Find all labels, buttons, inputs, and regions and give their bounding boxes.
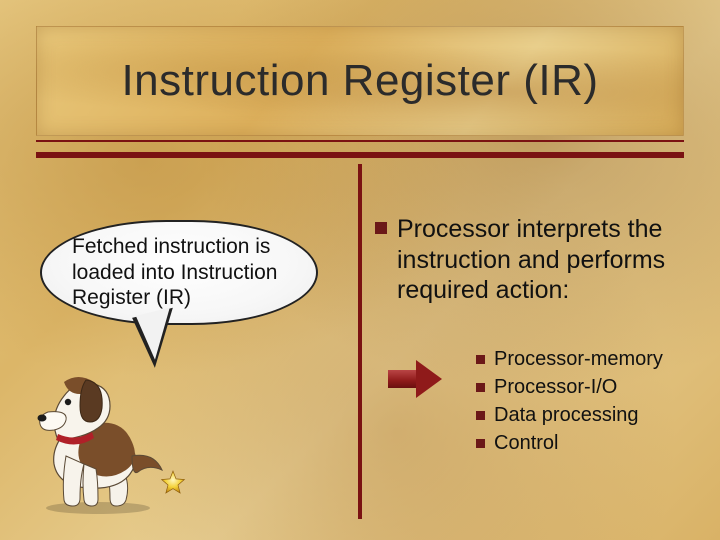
list-item: Processor-memory <box>476 348 708 371</box>
title-underline-thick <box>36 152 684 158</box>
list-item: Processor-I/O <box>476 376 708 399</box>
dog-image <box>28 360 173 515</box>
list-item-text: Control <box>494 432 558 455</box>
main-bullet: Processor interprets the instruction and… <box>375 214 705 306</box>
vertical-divider <box>358 164 362 519</box>
list-item: Data processing <box>476 404 708 427</box>
bullet-square-icon <box>476 383 485 392</box>
arrow-right-icon <box>388 360 446 398</box>
callout-text: Fetched instruction is loaded into Instr… <box>72 234 286 311</box>
speech-callout: Fetched instruction is loaded into Instr… <box>40 220 318 325</box>
bullet-square-icon <box>476 355 485 364</box>
list-item-text: Data processing <box>494 404 639 427</box>
bullet-square-icon <box>476 439 485 448</box>
bullet-square-icon <box>375 222 387 234</box>
list-item: Control <box>476 432 708 455</box>
slide: Instruction Register (IR) Fetched instru… <box>0 0 720 540</box>
arrow-head <box>416 360 442 398</box>
arrow-stem <box>388 370 418 388</box>
main-bullet-text: Processor interprets the instruction and… <box>397 214 705 306</box>
bullet-square-icon <box>476 411 485 420</box>
title-underline-thin <box>36 140 684 142</box>
slide-title: Instruction Register (IR) <box>121 56 598 106</box>
list-item-text: Processor-memory <box>494 348 663 371</box>
sub-bullet-list: Processor-memory Processor-I/O Data proc… <box>476 348 708 460</box>
title-box: Instruction Register (IR) <box>36 26 684 136</box>
list-item-text: Processor-I/O <box>494 376 617 399</box>
